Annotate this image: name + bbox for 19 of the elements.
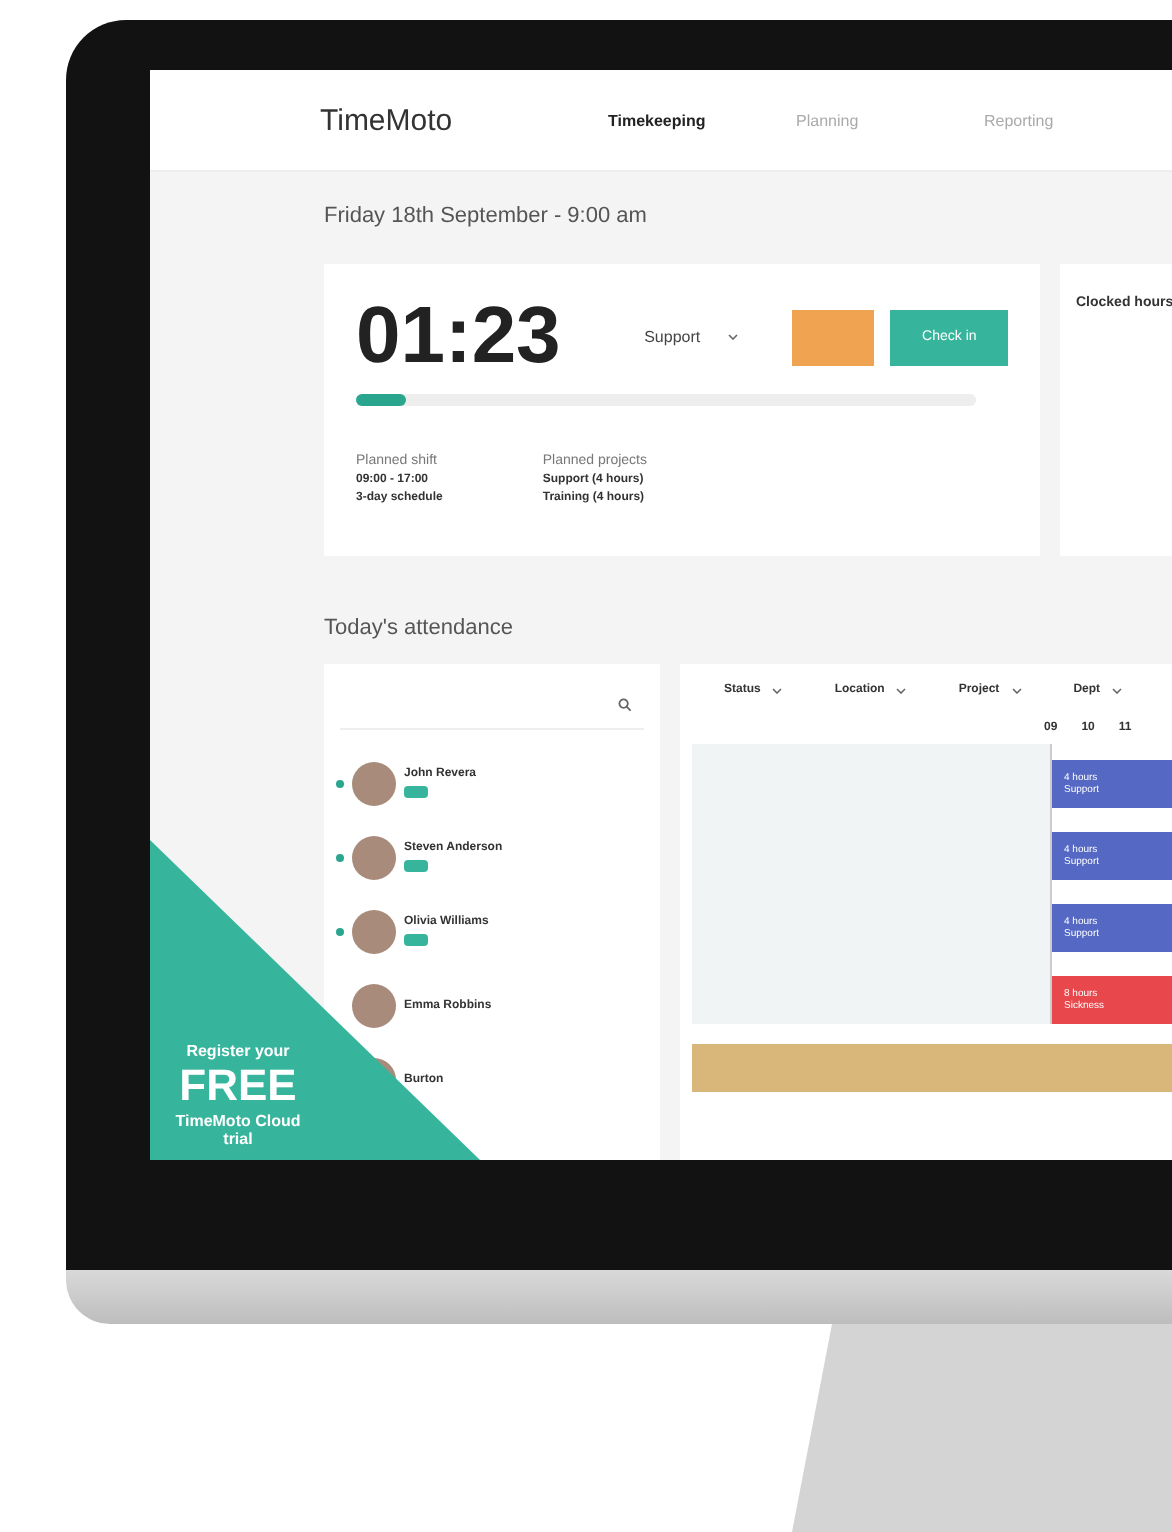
status-badge: [404, 786, 428, 798]
search-icon: [618, 697, 632, 711]
timer: 01:23: [356, 292, 563, 382]
caret-icon: [728, 334, 739, 340]
promo-text: TimeMoto Cloud trial: [173, 1112, 303, 1148]
section-title: Today's attendance: [324, 616, 515, 640]
promo-text: Register your: [184, 1042, 292, 1060]
status-badge: [404, 860, 428, 872]
logo: TimeMoto: [320, 103, 455, 137]
promo-headline: FREE: [177, 1060, 299, 1112]
break-button[interactable]: [792, 309, 875, 365]
date-heading: Friday 18th September - 9:00 am: [324, 204, 649, 228]
selector-dropdown[interactable]: Support: [644, 328, 777, 346]
caret-icon: [1112, 687, 1123, 693]
caret-icon: [896, 687, 907, 693]
nav-tab[interactable]: Timekeeping: [608, 111, 796, 129]
caret-icon: [772, 687, 783, 693]
status-badge: [404, 934, 428, 946]
caret-icon: [1011, 687, 1022, 693]
